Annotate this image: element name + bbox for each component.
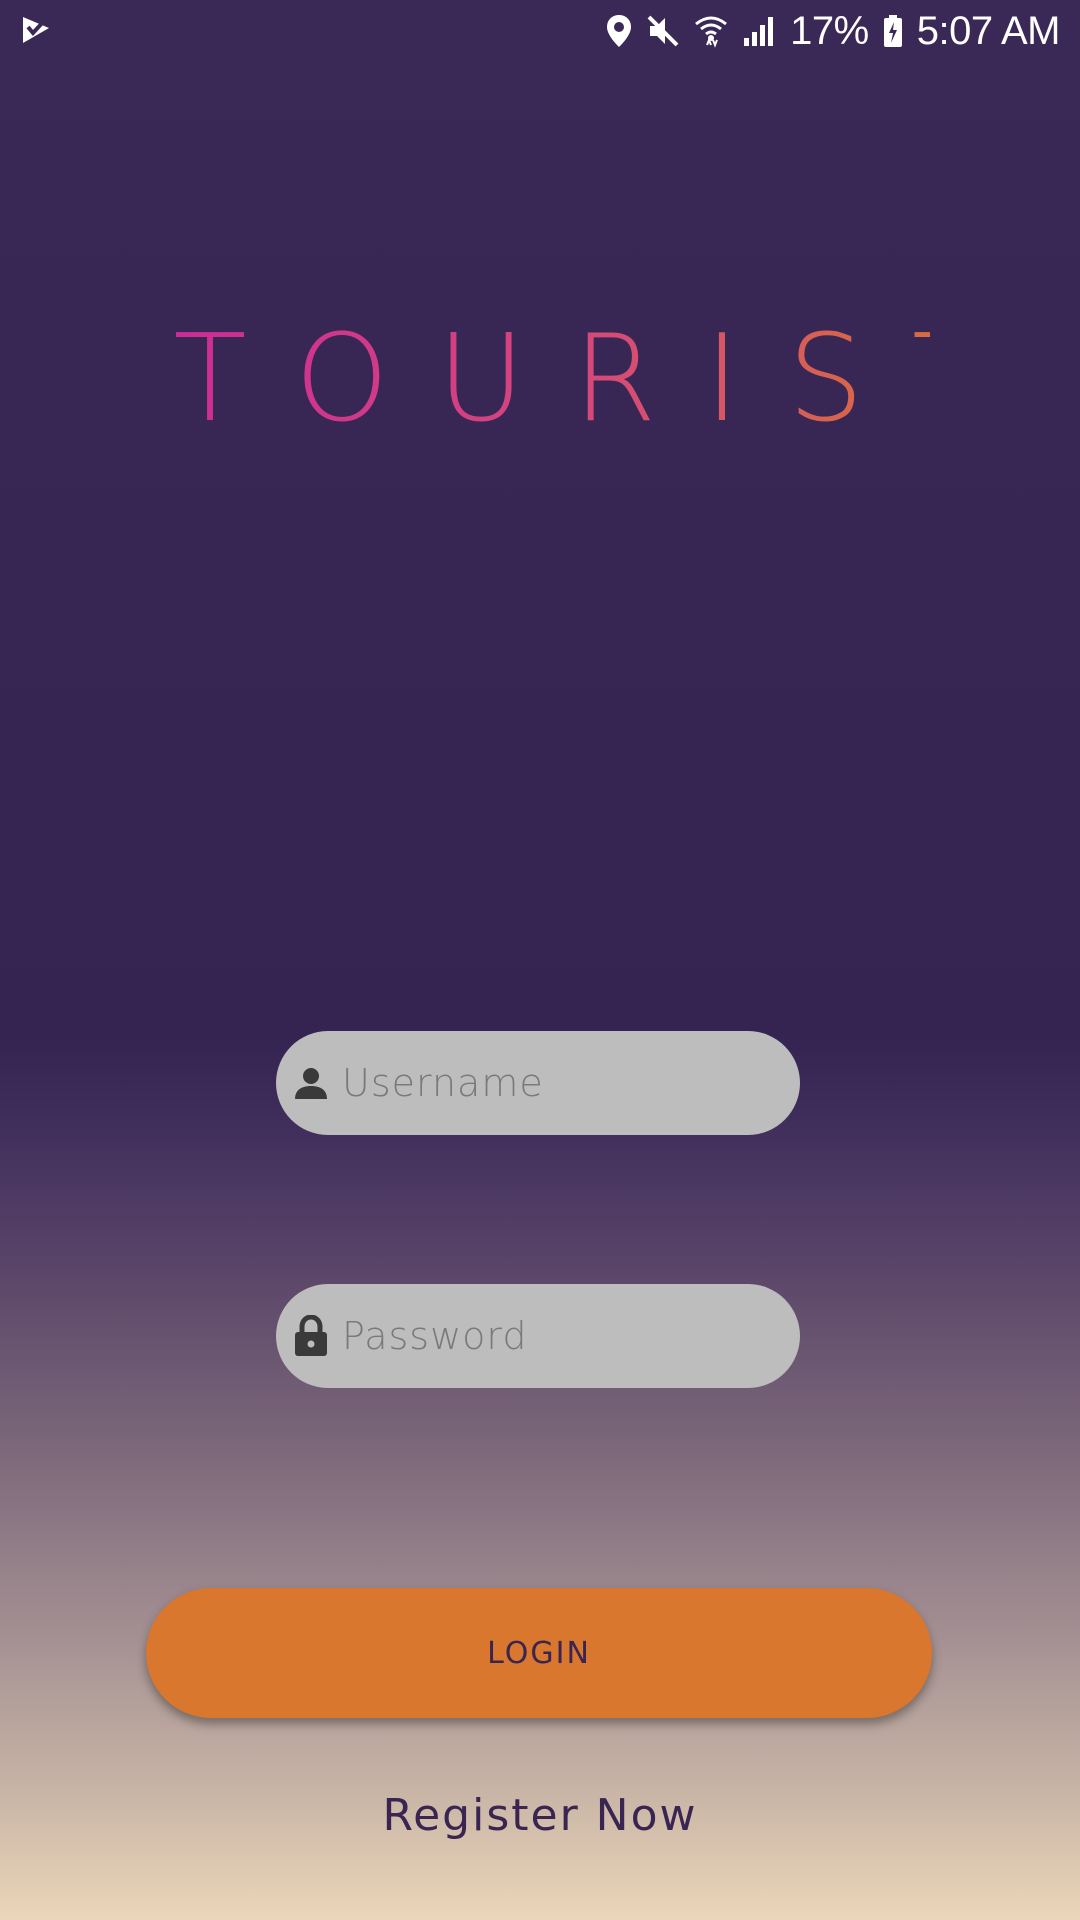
status-time: 5:07 AM	[916, 8, 1061, 53]
lock-icon	[290, 1315, 332, 1357]
signal-icon	[744, 17, 774, 46]
password-field[interactable]	[276, 1284, 800, 1388]
username-input[interactable]	[342, 1053, 800, 1113]
login-button[interactable]: LOGIN	[146, 1588, 932, 1718]
username-field[interactable]	[276, 1031, 800, 1135]
logo-text: BTOURIST	[150, 320, 930, 440]
app-notification-icon	[23, 17, 49, 43]
btourist-logo: BTOURIST	[150, 320, 930, 440]
password-input[interactable]	[342, 1306, 800, 1366]
battery-percent: 17%	[790, 8, 869, 53]
register-now-link[interactable]: Register Now	[0, 1790, 1080, 1841]
wifi-icon	[695, 16, 728, 48]
battery-charging-icon	[883, 15, 902, 47]
status-indicators: 17% 5:07 AM	[606, 0, 1061, 62]
person-icon	[290, 1062, 332, 1104]
mute-icon	[647, 15, 679, 47]
status-bar: 17% 5:07 AM	[0, 0, 1080, 62]
location-icon	[607, 15, 632, 47]
